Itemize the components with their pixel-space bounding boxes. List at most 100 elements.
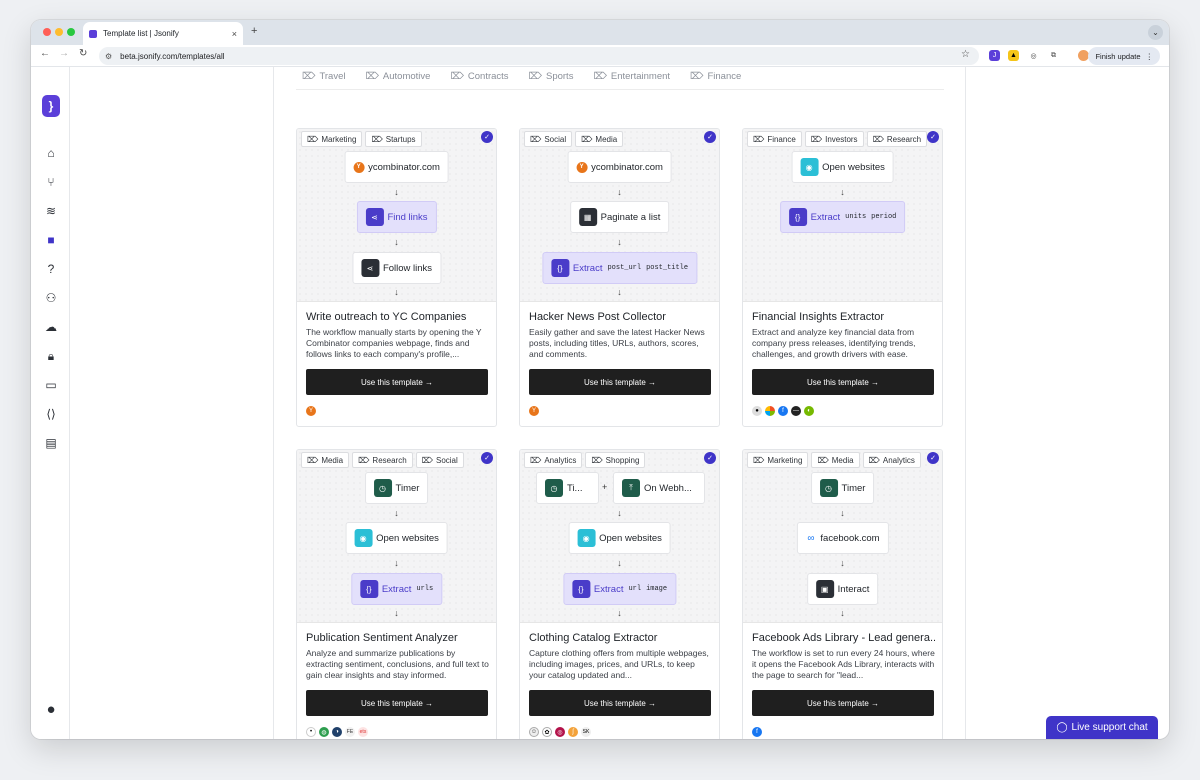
finish-update-button[interactable]: Finish update ⋮ <box>1088 47 1160 65</box>
workflow-icon[interactable]: ⑂ <box>43 174 59 190</box>
minimize-window-icon[interactable] <box>55 28 63 36</box>
card-title: Hacker News Post Collector <box>529 311 666 323</box>
open-websites-icon: ◉ <box>800 158 819 176</box>
close-tab-icon[interactable]: × <box>232 29 237 39</box>
tag-chip: ⌦ Marketing <box>301 131 363 147</box>
node-label: Extract <box>593 583 624 595</box>
site-logos: ☺ ✿ ◎ ʃ SK <box>529 727 591 737</box>
use-template-button[interactable]: Use this template → <box>752 690 934 716</box>
tag-chip: ⌦ Finance <box>747 131 802 147</box>
tab-title: Template list | Jsonify <box>103 29 179 38</box>
category-contracts[interactable]: ⌦ Contracts <box>450 71 508 82</box>
extension-icon-2[interactable]: ◎ <box>1028 50 1039 61</box>
user-account-icon[interactable]: ● <box>43 701 59 718</box>
use-template-button[interactable]: Use this template → <box>529 690 711 716</box>
close-window-icon[interactable] <box>43 28 51 36</box>
card-description: Capture clothing offers from multiple we… <box>529 648 709 680</box>
template-card[interactable]: ⌦ Social ⌦ Media ✓ Yycombinator.com ↓ ▦ Pag… <box>519 128 720 427</box>
reload-icon[interactable]: ↻ <box>79 48 87 59</box>
live-support-chat-button[interactable]: ◯ Live support chat <box>1046 716 1158 739</box>
template-card[interactable]: ⌦ Finance ⌦ Investors ⌦ Research ✓ ◉ Open we… <box>742 128 943 427</box>
help-icon[interactable]: ? <box>43 261 59 277</box>
down-arrow-icon: ↓ <box>394 608 399 618</box>
forward-icon[interactable]: → <box>59 48 69 59</box>
workflow-node: ◷ Ti... <box>536 472 599 504</box>
workflow-preview: ⌦ Media ⌦ Research ⌦ Social ✓ ◷ Timer ↓ ◉ Ope… <box>297 450 496 623</box>
template-card[interactable]: ⌦ Media ⌦ Research ⌦ Social ✓ ◷ Timer ↓ ◉ Ope… <box>296 449 497 739</box>
puzzle-extensions-icon[interactable]: ⧉ <box>1048 50 1059 61</box>
templates-cube-icon[interactable]: ■ <box>43 232 59 248</box>
use-template-button[interactable]: Use this template → <box>306 690 488 716</box>
category-automotive[interactable]: ⌦ Automotive <box>365 71 430 82</box>
more-menu-icon[interactable]: ⋮ <box>1146 52 1154 61</box>
category-finance[interactable]: ⌦ Finance <box>690 71 741 82</box>
store-logo-icon: ☺ <box>529 727 539 737</box>
template-card[interactable]: ⌦ Analytics ⌦ Shopping ✓ ◷ Ti... + ⤒ On Webh… <box>519 449 720 739</box>
category-travel[interactable]: ⌦ Travel <box>302 71 345 82</box>
workflow-node: ◉ Open websites <box>568 522 671 554</box>
jsonify-logo[interactable]: } <box>42 95 60 117</box>
check-icon: ✓ <box>481 452 493 464</box>
facebook-logo-icon: f <box>752 727 762 737</box>
tag-icon: ⌦ <box>868 455 880 465</box>
down-arrow-icon: ↓ <box>394 287 399 297</box>
template-card[interactable]: ⌦ Marketing ⌦ Startups ✓ Yycombinator.com … <box>296 128 497 427</box>
use-template-button[interactable]: Use this template → <box>529 369 711 395</box>
docs-icon[interactable]: ▤ <box>43 435 59 451</box>
tag-label: Media <box>595 134 618 144</box>
node-label: Extract <box>810 211 841 223</box>
open-websites-icon: ◉ <box>577 529 596 547</box>
category-label: Sports <box>545 71 574 82</box>
use-template-button[interactable]: Use this template → <box>752 369 934 395</box>
timer-clock-icon: ◷ <box>373 479 392 497</box>
home-icon[interactable]: ⌂ <box>43 145 59 161</box>
maximize-window-icon[interactable] <box>67 28 75 36</box>
jsonify-extension-icon[interactable]: J <box>989 50 1000 61</box>
category-entertainment[interactable]: ⌦ Entertainment <box>593 71 670 82</box>
live-chat-label: Live support chat <box>1071 722 1148 733</box>
paginate-icon: ▦ <box>578 208 597 226</box>
extension-icon[interactable]: ▲ <box>1008 50 1019 61</box>
address-bar[interactable]: ⚙ beta.jsonify.com/templates/all <box>99 47 979 65</box>
billing-card-icon[interactable]: ▭ <box>43 377 59 393</box>
team-icon[interactable]: ⚇ <box>43 290 59 306</box>
workflow-preview: ⌦ Analytics ⌦ Shopping ✓ ◷ Ti... + ⤒ On Webh… <box>520 450 719 623</box>
new-tab-button[interactable]: + <box>251 25 257 37</box>
tag-label: Research <box>372 455 407 465</box>
tag-label: Research <box>886 134 922 144</box>
node-label: Open websites <box>822 161 885 173</box>
workflow-node: ⋖ Follow links <box>351 252 442 284</box>
tag-icon: ⌦ <box>528 71 542 82</box>
tag-chip: ⌦ Research <box>352 452 413 468</box>
workflow-node: {} Extract units period <box>779 201 906 233</box>
code-file-icon[interactable]: ⟨⟩ <box>43 406 59 422</box>
down-arrow-icon: ↓ <box>617 237 622 247</box>
profile-avatar-icon[interactable] <box>1078 50 1089 61</box>
browser-tab[interactable]: Template list | Jsonify × <box>83 22 243 45</box>
site-info-icon[interactable]: ⚙ <box>105 52 112 61</box>
back-icon[interactable]: ← <box>40 48 50 59</box>
lock-icon[interactable]: 🔒︎ <box>43 348 59 364</box>
use-template-button[interactable]: Use this template → <box>306 369 488 395</box>
field-code: urls <box>416 585 434 593</box>
check-icon: ✓ <box>481 131 493 143</box>
tag-list: ⌦ Analytics ⌦ Shopping <box>524 452 646 468</box>
layers-icon[interactable]: ≋ <box>43 203 59 219</box>
down-arrow-icon: ↓ <box>394 508 399 518</box>
workflow-node: ⤒ On Webh... <box>613 472 705 504</box>
ft-logo-icon: FE <box>345 727 355 737</box>
category-sports[interactable]: ⌦ Sports <box>529 71 574 82</box>
category-filter-bar: ⌦ Travel ⌦ Automotive ⌦ Contracts ⌦ Sports ⌦… <box>302 71 741 82</box>
store-logo-icon: ✿ <box>542 727 552 737</box>
extract-braces-icon: {} <box>550 259 569 277</box>
tag-chip: ⌦ Marketing <box>747 452 809 468</box>
tag-icon: ⌦ <box>365 71 379 82</box>
tab-search-chevron-icon[interactable]: ⌄ <box>1148 25 1163 40</box>
bookmark-star-icon[interactable]: ☆ <box>961 49 970 60</box>
tag-label: Analytics <box>544 455 577 465</box>
template-card[interactable]: ⌦ Marketing ⌦ Media ⌦ Analytics ✓ ◷ Timer ↓ … <box>742 449 943 739</box>
cloud-upload-icon[interactable]: ☁ <box>43 319 59 335</box>
workflow-node: ▦ Paginate a list <box>569 201 670 233</box>
site-logos: ● f — ◐ <box>752 406 814 416</box>
workflow-node: ∞ facebook.com <box>796 522 889 554</box>
